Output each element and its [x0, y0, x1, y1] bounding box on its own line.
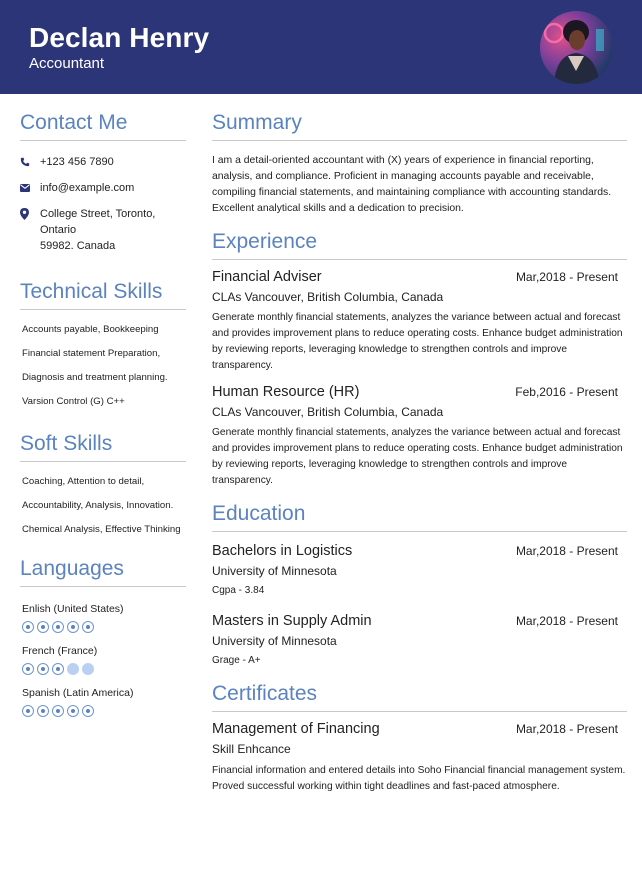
education-item: Masters in Supply Admin Mar,2018 - Prese… [212, 613, 627, 666]
contact-section: Contact Me +123 456 7890 info@example.co… [20, 110, 186, 254]
certificate-date: Mar,2018 - Present [515, 722, 618, 736]
certificates-title: Certificates [212, 681, 627, 712]
summary-text: I am a detail-oriented accountant with (… [212, 155, 612, 214]
avatar [540, 11, 613, 84]
rating-dot-filled [37, 663, 49, 675]
rating-dot-filled [22, 663, 34, 675]
summary-section: Summary I am a detail-oriented accountan… [212, 110, 627, 217]
language-rating [22, 705, 186, 717]
language-rating [22, 621, 186, 633]
job-company: CLAs Vancouver, British Columbia, Canada [212, 405, 444, 419]
rating-dot-empty [82, 663, 94, 675]
technical-skills-section: Technical Skills Accounts payable, Bookk… [20, 279, 186, 408]
languages-title: Languages [20, 556, 186, 587]
rating-dot-filled [52, 705, 64, 717]
certificate-description: Financial information and entered detail… [212, 765, 626, 792]
soft-skill-item: Accountability, Analysis, Innovation. [22, 500, 174, 511]
experience-item: Financial Adviser Mar,2018 - Present CLA… [212, 269, 627, 374]
candidate-name: Declan Henry [29, 22, 210, 53]
job-title: Financial Adviser [212, 269, 322, 285]
contact-email: info@example.com [20, 180, 186, 196]
technical-skill-item: Diagnosis and treatment planning. [22, 372, 168, 383]
language-item: Spanish (Latin America) [20, 687, 186, 717]
rating-dot-filled [67, 705, 79, 717]
soft-skill-item: Chemical Analysis, Effective Thinking [22, 524, 181, 535]
rating-dot-filled [52, 621, 64, 633]
school-name: University of Minnesota [212, 634, 337, 648]
rating-dot-empty [67, 663, 79, 675]
experience-item: Human Resource (HR) Feb,2016 - Present C… [212, 384, 627, 489]
phone-text[interactable]: +123 456 7890 [40, 154, 114, 170]
address-line-1: College Street, Toronto, Ontario [40, 208, 156, 236]
degree-grade: Cgpa - 3.84 [212, 585, 265, 596]
technical-skills-title: Technical Skills [20, 279, 186, 310]
degree-grade: Grage - A+ [212, 655, 261, 666]
degree-title: Bachelors in Logistics [212, 543, 353, 559]
experience-section: Experience Financial Adviser Mar,2018 - … [212, 229, 627, 489]
technical-skill-item: Financial statement Preparation, [22, 348, 161, 359]
soft-skills-title: Soft Skills [20, 431, 186, 462]
education-title: Education [212, 501, 627, 532]
language-item: Enlish (United States) [20, 603, 186, 633]
school-name: University of Minnesota [212, 564, 337, 578]
email-text[interactable]: info@example.com [40, 180, 134, 196]
soft-skills-section: Soft Skills Coaching, Attention to detai… [20, 431, 186, 536]
job-description: Generate monthly financial statements, a… [212, 312, 623, 371]
rating-dot-filled [22, 621, 34, 633]
candidate-role: Accountant [29, 55, 105, 72]
technical-skill-item: Accounts payable, Bookkeeping [22, 324, 159, 335]
phone-icon [20, 154, 40, 170]
contact-address: College Street, Toronto, Ontario 59982. … [20, 206, 186, 254]
rating-dot-filled [37, 621, 49, 633]
email-icon [20, 180, 40, 196]
rating-dot-filled [82, 705, 94, 717]
left-column: Contact Me +123 456 7890 info@example.co… [20, 110, 186, 717]
job-company: CLAs Vancouver, British Columbia, Canada [212, 290, 444, 304]
resume-header: Declan Henry Accountant [0, 0, 642, 94]
certificate-issuer: Skill Enhcance [212, 742, 291, 756]
education-item: Bachelors in Logistics Mar,2018 - Presen… [212, 543, 627, 596]
contact-title: Contact Me [20, 110, 186, 141]
summary-title: Summary [212, 110, 627, 141]
education-section: Education Bachelors in Logistics Mar,201… [212, 501, 627, 666]
language-rating [22, 663, 186, 675]
certificate-title: Management of Financing [212, 721, 380, 737]
rating-dot-filled [22, 705, 34, 717]
rating-dot-filled [37, 705, 49, 717]
technical-skill-item: Varsion Control (G) C++ [22, 396, 125, 407]
language-name: French (France) [22, 645, 98, 657]
languages-section: Languages Enlish (United States) French … [20, 556, 186, 717]
job-date: Feb,2016 - Present [515, 385, 618, 399]
experience-title: Experience [212, 229, 627, 260]
rating-dot-filled [67, 621, 79, 633]
language-item: French (France) [20, 645, 186, 675]
degree-title: Masters in Supply Admin [212, 613, 372, 629]
language-name: Spanish (Latin America) [22, 687, 134, 699]
degree-date: Mar,2018 - Present [515, 614, 618, 628]
rating-dot-filled [82, 621, 94, 633]
address-line-2: 59982. Canada [40, 240, 116, 252]
location-pin-icon [20, 206, 40, 222]
contact-phone: +123 456 7890 [20, 154, 186, 170]
job-description: Generate monthly financial statements, a… [212, 427, 623, 486]
profile-photo-icon [543, 20, 604, 84]
right-column: Summary I am a detail-oriented accountan… [212, 110, 627, 795]
soft-skill-item: Coaching, Attention to detail, [22, 476, 145, 487]
rating-dot-filled [52, 663, 64, 675]
certificates-section: Certificates Management of Financing Mar… [212, 681, 627, 795]
language-name: Enlish (United States) [22, 603, 124, 615]
job-date: Mar,2018 - Present [515, 270, 618, 284]
degree-date: Mar,2018 - Present [515, 544, 618, 558]
job-title: Human Resource (HR) [212, 384, 360, 400]
certificate-item: Management of Financing Mar,2018 - Prese… [212, 721, 627, 795]
